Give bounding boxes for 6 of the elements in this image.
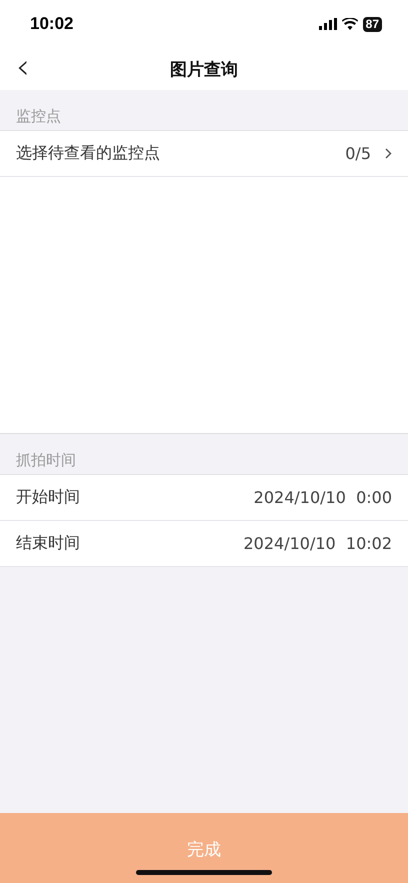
back-button[interactable]: ‹ [12, 50, 34, 84]
battery-icon: 87 [362, 16, 382, 32]
clock-time: 10:02 [30, 14, 74, 34]
wifi-icon [342, 18, 358, 30]
signal-icon [318, 18, 337, 30]
page-title: 图片查询 [170, 58, 238, 80]
